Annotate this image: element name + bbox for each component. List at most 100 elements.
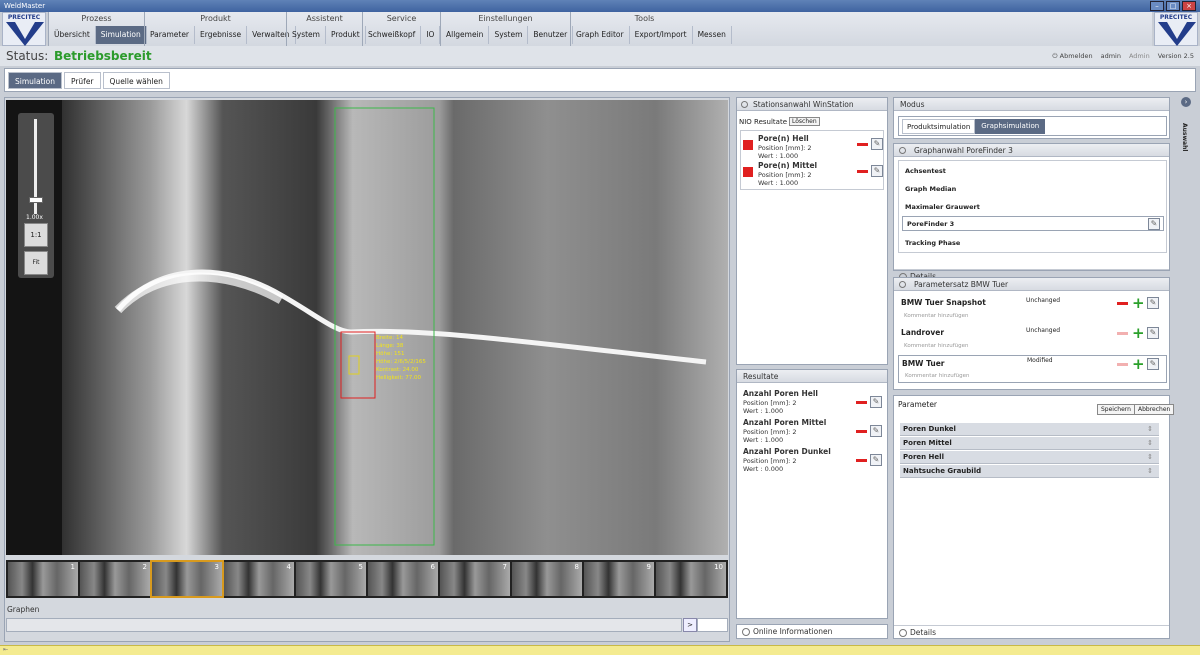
clear-button[interactable]: Löschen [789,117,820,126]
graphen-next-button[interactable]: > [683,618,697,632]
expand-sidebar-icon[interactable]: › [1181,97,1191,107]
menu-item-schweisskopf[interactable]: Schweißkopf [363,26,422,44]
filmstrip-thumb[interactable]: 1 [8,562,78,596]
expand-icon: ⇕ [1147,439,1153,447]
remove-icon[interactable] [1117,363,1128,366]
logout-button[interactable]: ⏻ Abmelden [1052,52,1092,61]
filmstrip-thumb[interactable]: 5 [296,562,366,596]
add-icon[interactable]: + [1132,296,1145,311]
mode-graphsimulation[interactable]: Graphsimulation [975,118,1046,134]
maximize-icon[interactable]: □ [1166,1,1180,11]
paramset-item[interactable]: BMW Tuer Snapshot Unchanged Kommentar hi… [898,295,1167,323]
filmstrip-thumb[interactable]: 10 [656,562,726,596]
edit-icon[interactable]: ✎ [1148,218,1160,230]
menu-item-parameter[interactable]: Parameter [145,26,196,44]
remove-icon[interactable] [1117,302,1128,305]
parametersatz-header[interactable]: Parametersatz BMW Tuer [894,278,1169,291]
menu-item-system-settings[interactable]: System [489,26,529,44]
menu-item-benutzer[interactable]: Benutzer [528,26,574,44]
graph-item-porefinder-selected[interactable]: PoreFinder 3 ✎ [902,216,1164,231]
edit-icon[interactable]: ✎ [1147,327,1159,339]
parametersatz-panel: Parametersatz BMW Tuer BMW Tuer Snapshot… [893,277,1170,390]
list-item[interactable]: Pore(n) Mittel Position [mm]: 2 Wert : 1… [741,161,883,189]
edit-icon[interactable]: ✎ [870,425,882,437]
paramset-comment[interactable]: Kommentar hinzufügen [904,313,968,319]
filmstrip-thumb[interactable]: 7 [440,562,510,596]
menu-item-ergebnisse[interactable]: Ergebnisse [195,26,248,44]
parameter-group[interactable]: Poren Mittel ⇕ [900,437,1159,450]
parameter-group[interactable]: Poren Hell ⇕ [900,451,1159,464]
add-icon[interactable]: + [1132,357,1145,372]
graph-item-max-grauwert[interactable]: Maximaler Grauwert [905,203,980,211]
paramset-item-selected[interactable]: BMW Tuer Modified Kommentar hinzufügen +… [898,355,1167,383]
list-item[interactable]: Pore(n) Hell Position [mm]: 2 Wert : 1.0… [741,134,883,162]
mode-produktsimulation[interactable]: Produktsimulation [902,118,976,134]
filmstrip-thumb[interactable]: 8 [512,562,582,596]
graphen-scrollbar[interactable] [6,618,682,632]
add-icon[interactable]: + [1132,326,1145,341]
list-item[interactable]: Anzahl Poren Hell Position [mm]: 2 Wert … [740,389,884,417]
edit-icon[interactable]: ✎ [871,138,883,150]
tab-quelle-waehlen[interactable]: Quelle wählen [102,71,170,89]
list-item[interactable]: Anzahl Poren Dunkel Position [mm]: 2 Wer… [740,447,884,475]
zoom-slider-thumb[interactable] [29,197,43,203]
paramset-name: BMW Tuer Snapshot [901,298,986,307]
menu-group-header: Einstellungen [478,14,533,23]
save-button[interactable]: Speichern [1097,404,1135,415]
menu-item-io[interactable]: IO [421,26,441,44]
graphen-value-field[interactable] [697,618,728,632]
edit-icon[interactable]: ✎ [870,396,882,408]
online-info-header[interactable]: Online Informationen [737,625,887,638]
remove-icon[interactable] [856,430,867,433]
menu-item-export-import[interactable]: Export/Import [630,26,693,44]
parameter-group[interactable]: Nahtsuche Graubild ⇕ [900,465,1159,478]
graph-item-tracking[interactable]: Tracking Phase [905,239,960,247]
filmstrip-thumb[interactable]: 9 [584,562,654,596]
zoom-fit-button[interactable]: Fit [24,251,48,275]
edit-icon[interactable]: ✎ [1147,297,1159,309]
menu-item-uebersicht[interactable]: Übersicht [49,26,96,44]
filmstrip-thumb-selected[interactable]: 3 [150,560,224,598]
list-item[interactable]: Anzahl Poren Mittel Position [mm]: 2 Wer… [740,418,884,446]
menu-item-produkt[interactable]: Produkt [326,26,366,44]
menu-item-system[interactable]: System [287,26,326,44]
tab-simulation[interactable]: Simulation [8,71,62,89]
graph-item-median[interactable]: Graph Median [905,185,956,193]
bottom-arrow-icon[interactable]: ⇤ [3,646,8,653]
collapse-icon [899,281,906,288]
remove-icon[interactable] [857,143,868,146]
close-icon[interactable]: × [1182,1,1196,11]
filmstrip-thumb[interactable]: 6 [368,562,438,596]
filmstrip-thumb[interactable]: 2 [80,562,150,596]
remove-icon[interactable] [1117,332,1128,335]
minimize-icon[interactable]: – [1150,1,1164,11]
expand-icon: ⇕ [1147,467,1153,475]
edit-icon[interactable]: ✎ [871,165,883,177]
tab-pruefer[interactable]: Prüfer [63,71,101,89]
zoom-1to1-button[interactable]: 1:1 [24,223,48,247]
cancel-button[interactable]: Abbrechen [1134,404,1175,415]
menu-item-simulation[interactable]: Simulation [95,26,147,44]
menu-item-graph-editor[interactable]: Graph Editor [571,26,630,44]
paramset-comment[interactable]: Kommentar hinzufügen [905,373,969,379]
paramset-comment[interactable]: Kommentar hinzufügen [904,343,968,349]
remove-icon[interactable] [856,459,867,462]
station-panel-header[interactable]: Stationsanwahl WinStation [737,98,887,111]
parameter-group[interactable]: Poren Dunkel ⇕ [900,423,1159,436]
remove-icon[interactable] [856,401,867,404]
menu-item-messen[interactable]: Messen [693,26,732,44]
parameter-details[interactable]: Details [894,625,1169,638]
station-panel-title: Stationsanwahl WinStation [753,100,854,109]
filmstrip-thumb[interactable]: 4 [224,562,294,596]
graphanwahl-header[interactable]: Graphanwahl PoreFinder 3 [894,144,1169,157]
edit-icon[interactable]: ✎ [870,454,882,466]
paramset-item[interactable]: Landrover Unchanged Kommentar hinzufügen… [898,325,1167,353]
side-tab[interactable]: › Auswahl [1178,97,1196,642]
graph-item-achsentest[interactable]: Achsentest [905,167,946,175]
remove-icon[interactable] [857,170,868,173]
edit-icon[interactable]: ✎ [1147,358,1159,370]
image-viewer[interactable]: Breite: 14 Länge: 38 Höhe: 151 Höhe: 2/6… [6,100,728,555]
online-info-panel[interactable]: Online Informationen [736,624,888,639]
window-controls: – □ × [1150,1,1196,11]
menu-item-allgemein[interactable]: Allgemein [441,26,490,44]
